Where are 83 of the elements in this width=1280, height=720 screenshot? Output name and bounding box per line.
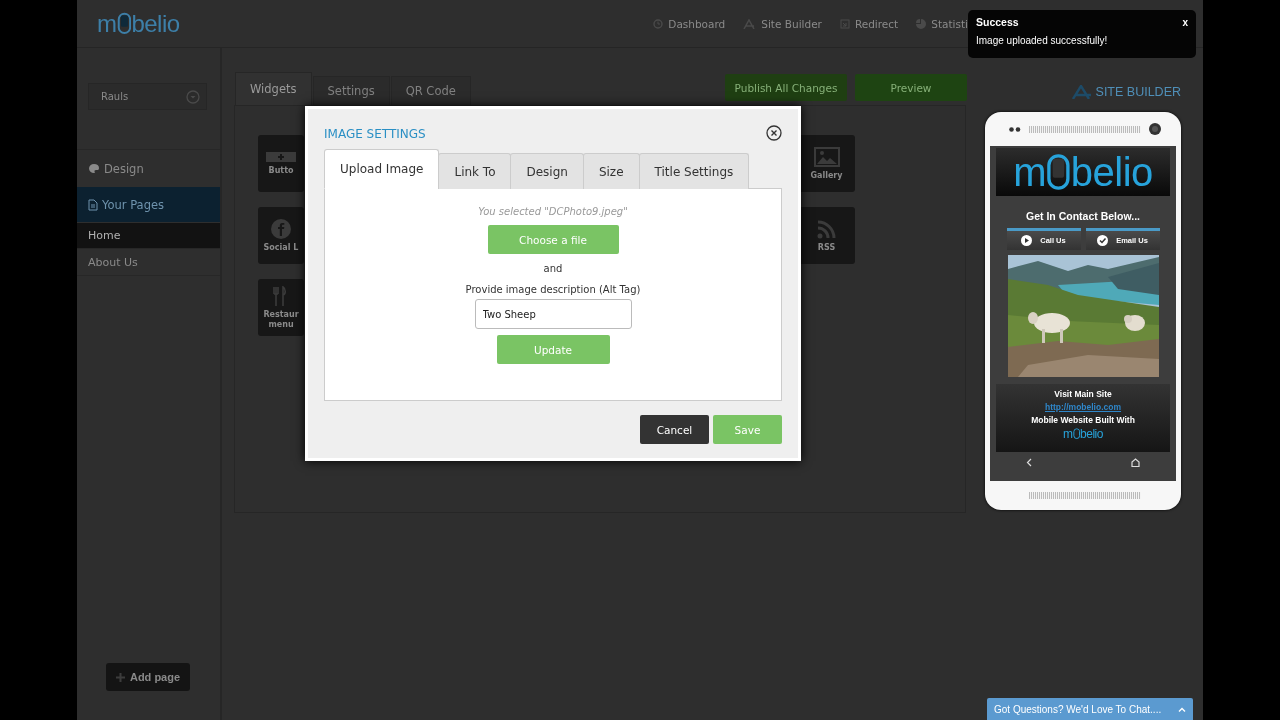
footer-text: Visit Main Site xyxy=(1054,389,1112,399)
preview-button[interactable]: Preview xyxy=(855,74,967,101)
nav-link[interactable]: Site Builder xyxy=(743,17,822,30)
nav-label: Redirect xyxy=(854,17,899,30)
dialog-tab[interactable]: Size xyxy=(582,153,640,189)
widget-label: RSS xyxy=(817,242,836,253)
dialog-tab[interactable]: Title Settings xyxy=(638,153,750,189)
sidebar-label: Design xyxy=(104,161,144,176)
editor-tab[interactable]: Settings xyxy=(312,76,390,105)
dialog-title: IMAGE SETTINGS xyxy=(324,126,426,141)
builder-logo-icon xyxy=(743,18,757,29)
logo-text: belio xyxy=(1070,152,1153,192)
logo-text: m xyxy=(1013,152,1046,192)
plus-bar-icon xyxy=(266,151,296,162)
dialog-tab[interactable]: Design xyxy=(510,153,584,189)
document-icon xyxy=(88,198,98,211)
toast-title: Success xyxy=(976,16,1019,28)
page-item[interactable]: About Us xyxy=(77,250,220,276)
widget-tile[interactable]: Restaur menu xyxy=(258,279,304,336)
rss-icon xyxy=(816,218,837,239)
nav-label: Dashboard xyxy=(668,17,726,30)
logo-text: m xyxy=(97,11,117,36)
caret-up-icon xyxy=(1178,706,1186,712)
widget-tile[interactable]: Social L xyxy=(258,207,304,264)
select-value: Rauls xyxy=(101,91,129,102)
chat-bar[interactable]: Got Questions? We'd Love To Chat.... xyxy=(987,698,1193,720)
page-item[interactable]: Home xyxy=(77,223,220,249)
logo-text: belio xyxy=(1080,428,1103,440)
logo-text: belio xyxy=(131,11,180,36)
sidebar-item[interactable]: Design xyxy=(77,153,220,184)
home-icon[interactable] xyxy=(1131,458,1140,467)
dialog-tab[interactable]: Link To xyxy=(438,153,512,189)
logo-text: m xyxy=(1063,428,1073,440)
image-icon xyxy=(813,146,840,167)
footer-text: Mobile Website Built With xyxy=(1031,415,1135,425)
clock-icon xyxy=(653,18,664,29)
facebook-icon xyxy=(271,218,291,239)
editor-tab[interactable]: Widgets xyxy=(235,72,312,105)
redirect-icon xyxy=(839,18,850,29)
dropdown-icon xyxy=(186,89,200,104)
nav-link[interactable]: Dashboard xyxy=(653,17,726,30)
nav-link[interactable]: Statisti xyxy=(916,17,968,30)
widget-label: Restaur menu xyxy=(262,309,300,330)
site-select[interactable]: Rauls xyxy=(88,83,207,110)
phone-logo-icon xyxy=(116,12,132,35)
nav-label: Statisti xyxy=(931,17,968,30)
camera-icon xyxy=(1149,123,1161,135)
palette-icon xyxy=(88,163,100,174)
nav-label: Site Builder xyxy=(761,17,822,30)
site-builder-label: SITE BUILDER xyxy=(1071,85,1181,99)
back-icon[interactable] xyxy=(1026,458,1032,467)
sidebar-label: Your Pages xyxy=(102,197,165,212)
widget-tile[interactable]: RSS xyxy=(798,207,855,264)
plus-icon xyxy=(115,672,125,682)
widget-label: Gallery xyxy=(810,170,843,181)
widget-tile[interactable]: Gallery xyxy=(798,135,855,192)
sensor-dots-icon xyxy=(1009,126,1021,132)
phone-logo-icon xyxy=(1046,153,1071,191)
site-link[interactable]: http://mobelio.com xyxy=(1045,402,1121,412)
cancel-button[interactable]: Cancel xyxy=(640,415,709,444)
play-icon xyxy=(1021,235,1033,246)
chat-label: Got Questions? We'd Love To Chat.... xyxy=(994,703,1162,715)
selected-file-text: You selected "DCPhoto9.jpeg" xyxy=(478,206,628,217)
and-text: and xyxy=(543,263,563,274)
checkmark-icon xyxy=(1097,235,1109,246)
widget-label: Social L xyxy=(263,242,299,253)
close-icon[interactable] xyxy=(766,124,782,141)
contact-heading: Get In Contact Below... xyxy=(1026,210,1140,222)
toast-message: Image uploaded successfully! xyxy=(976,35,1109,46)
editor-tab[interactable]: QR Code xyxy=(390,76,471,105)
widget-label: Butto xyxy=(268,165,294,176)
sidebar-item[interactable]: Your Pages xyxy=(77,187,220,222)
publish-button[interactable]: Publish All Changes xyxy=(725,74,847,101)
builder-logo-icon xyxy=(1071,85,1092,99)
phone-logo-icon xyxy=(1072,428,1081,440)
toast-close-button[interactable]: x xyxy=(1182,16,1188,28)
add-page-button[interactable]: Add page xyxy=(106,663,190,691)
pie-chart-icon xyxy=(916,18,927,29)
alt-tag-field[interactable]: Two Sheep xyxy=(474,299,632,329)
alt-tag-label: Provide image description (Alt Tag) xyxy=(465,284,641,295)
nav-link[interactable]: Redirect xyxy=(839,17,899,30)
widget-tile[interactable]: Butto xyxy=(258,135,304,192)
dialog-tab[interactable]: Upload Image xyxy=(324,149,440,189)
